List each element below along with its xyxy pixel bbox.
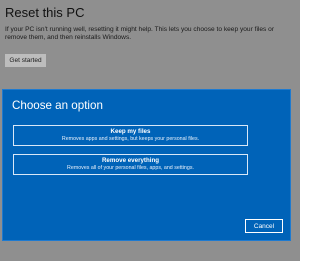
reset-settings-screen: Reset this PC If your PC isn't running w… — [0, 0, 300, 261]
keep-my-files-option[interactable]: Keep my files Removes apps and settings,… — [13, 125, 248, 146]
dialog-title: Choose an option — [12, 99, 103, 112]
remove-everything-title: Remove everything — [101, 157, 160, 164]
keep-my-files-title: Keep my files — [110, 128, 151, 135]
remove-everything-description: Removes all of your personal files, apps… — [67, 165, 194, 171]
get-started-button[interactable]: Get started — [5, 54, 46, 67]
keep-my-files-description: Removes apps and settings, but keeps you… — [61, 136, 200, 142]
choose-option-dialog: Choose an option Keep my files Removes a… — [2, 89, 291, 241]
cancel-button[interactable]: Cancel — [245, 219, 283, 233]
reset-pc-title: Reset this PC — [5, 5, 85, 20]
remove-everything-option[interactable]: Remove everything Removes all of your pe… — [13, 154, 248, 175]
reset-pc-description: If your PC isn't running well, resetting… — [5, 26, 275, 42]
